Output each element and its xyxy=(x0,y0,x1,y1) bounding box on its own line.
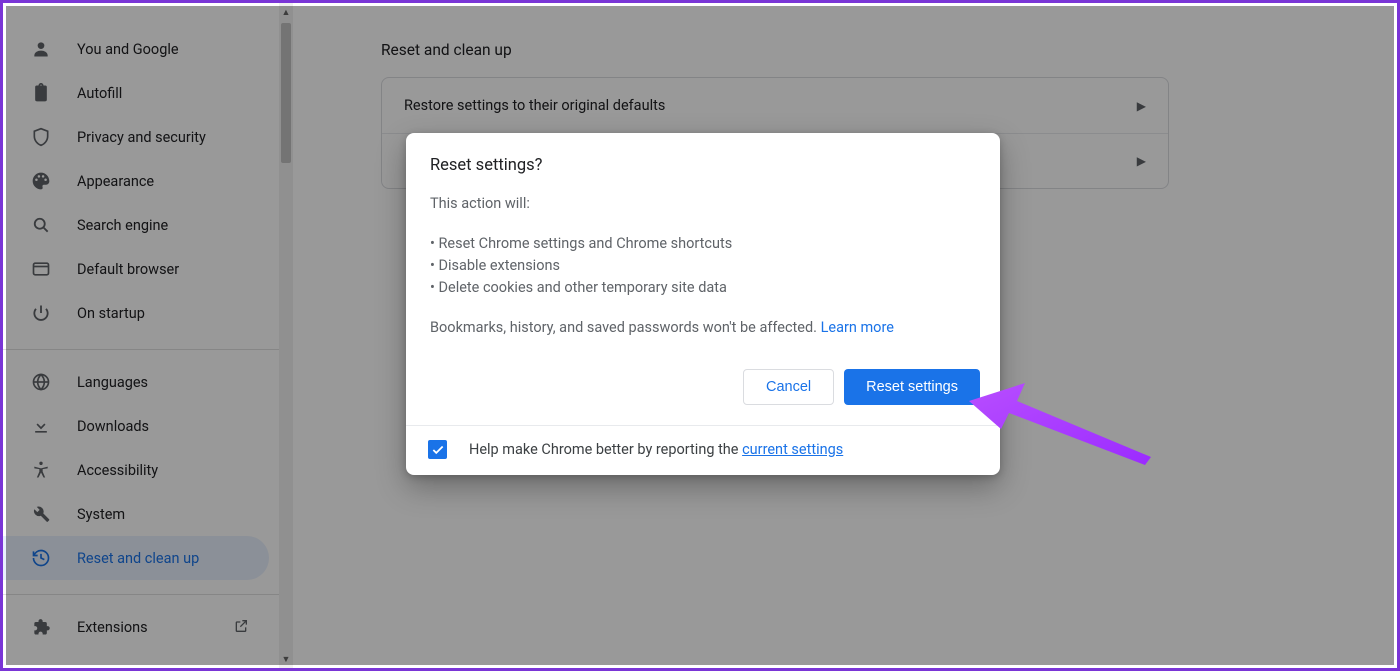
dialog-title: Reset settings? xyxy=(430,155,976,177)
check-icon xyxy=(431,443,445,457)
dialog-bullet: • Reset Chrome settings and Chrome short… xyxy=(430,233,976,255)
reset-settings-button[interactable]: Reset settings xyxy=(844,369,980,405)
cancel-button[interactable]: Cancel xyxy=(743,369,834,405)
dialog-footer: Help make Chrome better by reporting the… xyxy=(406,425,1000,475)
dialog-intro: This action will: xyxy=(430,193,976,215)
reset-settings-dialog: Reset settings? This action will: • Rese… xyxy=(406,133,1000,475)
dialog-actions: Cancel Reset settings xyxy=(406,359,1000,425)
dialog-bullet: • Delete cookies and other temporary sit… xyxy=(430,277,976,299)
report-settings-checkbox[interactable] xyxy=(428,440,447,459)
learn-more-link[interactable]: Learn more xyxy=(817,319,894,336)
dialog-note: Bookmarks, history, and saved passwords … xyxy=(430,317,976,339)
dialog-footer-text: Help make Chrome better by reporting the… xyxy=(469,441,843,458)
current-settings-link[interactable]: current settings xyxy=(742,441,843,458)
dialog-bullet: • Disable extensions xyxy=(430,255,976,277)
dialog-bullet-list: • Reset Chrome settings and Chrome short… xyxy=(430,233,976,299)
